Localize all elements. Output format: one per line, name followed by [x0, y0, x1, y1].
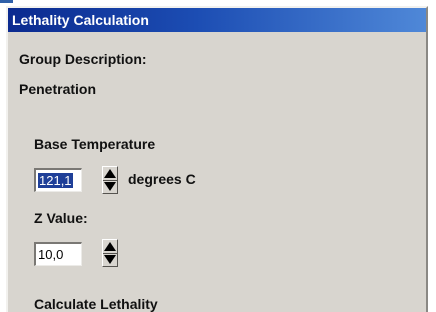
- base-temperature-unit: degrees C: [128, 171, 196, 187]
- corner-mark: [0, 0, 13, 3]
- lethality-dialog: Lethality Calculation Group Description:…: [6, 6, 428, 312]
- z-value-spinner[interactable]: [102, 239, 118, 267]
- z-value-label: Z Value:: [34, 210, 88, 226]
- triangle-up-icon: [104, 242, 116, 251]
- base-temperature-spinner[interactable]: [102, 166, 118, 194]
- base-temperature-increment-button[interactable]: [103, 167, 117, 180]
- z-value-decrement-button[interactable]: [103, 253, 117, 266]
- base-temperature-decrement-button[interactable]: [103, 180, 117, 193]
- window-title: Lethality Calculation: [12, 12, 149, 28]
- base-temperature-input[interactable]: 121,1: [34, 168, 82, 192]
- base-temperature-label: Base Temperature: [34, 136, 156, 152]
- z-value-value: 10,0: [38, 247, 64, 262]
- calculate-lethality-label: Calculate Lethality: [34, 296, 158, 312]
- triangle-down-icon: [104, 182, 116, 191]
- triangle-down-icon: [104, 255, 116, 264]
- group-description-value: Penetration: [19, 81, 97, 97]
- triangle-up-icon: [104, 169, 116, 178]
- base-temperature-value: 121,1: [38, 173, 73, 188]
- group-description-label: Group Description:: [19, 51, 147, 67]
- z-value-input[interactable]: 10,0: [34, 242, 82, 266]
- z-value-increment-button[interactable]: [103, 240, 117, 253]
- title-bar: Lethality Calculation: [8, 8, 426, 32]
